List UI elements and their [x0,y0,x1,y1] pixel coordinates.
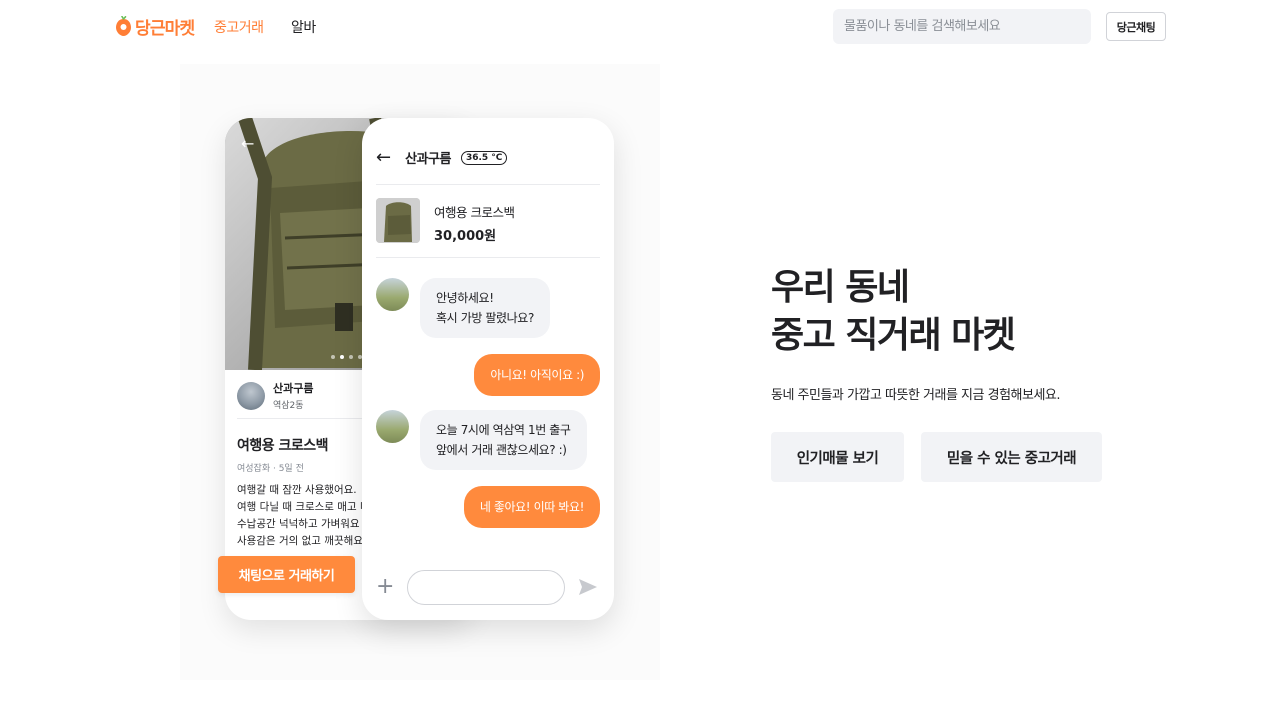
manner-temperature-badge: 36.5 °C [460,150,508,165]
message-input[interactable] [407,570,565,605]
logo-text: 당근마켓 [135,19,195,39]
seller-name: 산과구름 [273,382,314,395]
message-line: 혹시 가방 팔렸나요? [436,311,534,325]
message-line: 네 좋아요! 이따 봐요! [479,500,585,514]
message-incoming: 오늘 7시에 역삼역 1번 출구 앞에서 거래 괜찮으세요? :) [420,410,587,470]
chat-partner-name: 산과구름 [405,152,451,167]
hero-subtitle: 동네 주민들과 가깝고 따뜻한 거래를 지금 경험해보세요. [771,388,1061,403]
chat-product-price: 30,000원 [434,229,497,244]
item-meta: 여성잡화 · 5일 전 [237,464,304,474]
trusted-trade-button[interactable]: 믿을 수 있는 중고거래 [921,432,1102,482]
message-line: 앞에서 거래 괜찮으세요? :) [436,443,567,457]
carrot-logo-icon [116,16,131,36]
chat-button[interactable]: 당근채팅 [1106,12,1166,41]
popular-items-button[interactable]: 인기매물 보기 [771,432,904,482]
chat-header: ← 산과구름 36.5 °C [376,148,508,167]
message-line: 아니요! 아직이요 :) [490,368,584,382]
message-line: 안녕하세요! [436,291,494,305]
hero-title-line: 우리 동네 [771,267,910,308]
divider [376,184,600,185]
message-outgoing: 아니요! 아직이요 :) [474,354,600,396]
message-composer: + [362,570,614,610]
chat-product-name: 여행용 크로스백 [434,205,515,220]
message-incoming: 안녕하세요! 혹시 가방 팔렸나요? [420,278,550,338]
item-title: 여행용 크로스백 [237,438,329,454]
chat-phone-mockup: ← 산과구름 36.5 °C 여행용 크로스백 30,000원 안녕하세요! 혹… [362,118,614,620]
back-arrow-icon[interactable]: ← [241,134,254,153]
message-line: 오늘 7시에 역삼역 1번 출구 [436,423,571,437]
seller-info: 산과구름 역삼2동 [237,380,313,411]
hero-title-line: 중고 직거래 마켓 [771,315,1016,356]
partner-avatar [376,278,409,311]
product-thumbnail [376,198,420,243]
partner-avatar [376,410,409,443]
message-outgoing: 네 좋아요! 이따 봐요! [463,486,600,528]
nav-parttime[interactable]: 알바 [291,17,316,37]
logo[interactable]: 당근마켓 [115,14,195,39]
divider [376,257,600,258]
nav-used-trade[interactable]: 중고거래 [214,17,264,37]
seller-avatar [237,381,265,410]
back-arrow-icon[interactable]: ← [376,148,391,167]
chat-to-trade-button[interactable]: 채팅으로 거래하기 [218,556,355,593]
plus-icon[interactable]: + [376,576,394,598]
send-icon[interactable] [578,577,598,597]
photo-pagination-dots [331,355,362,359]
hero-title: 우리 동네 중고 직거래 마켓 [771,264,1016,360]
seller-location: 역삼2동 [273,401,304,411]
search-input[interactable] [833,9,1091,44]
